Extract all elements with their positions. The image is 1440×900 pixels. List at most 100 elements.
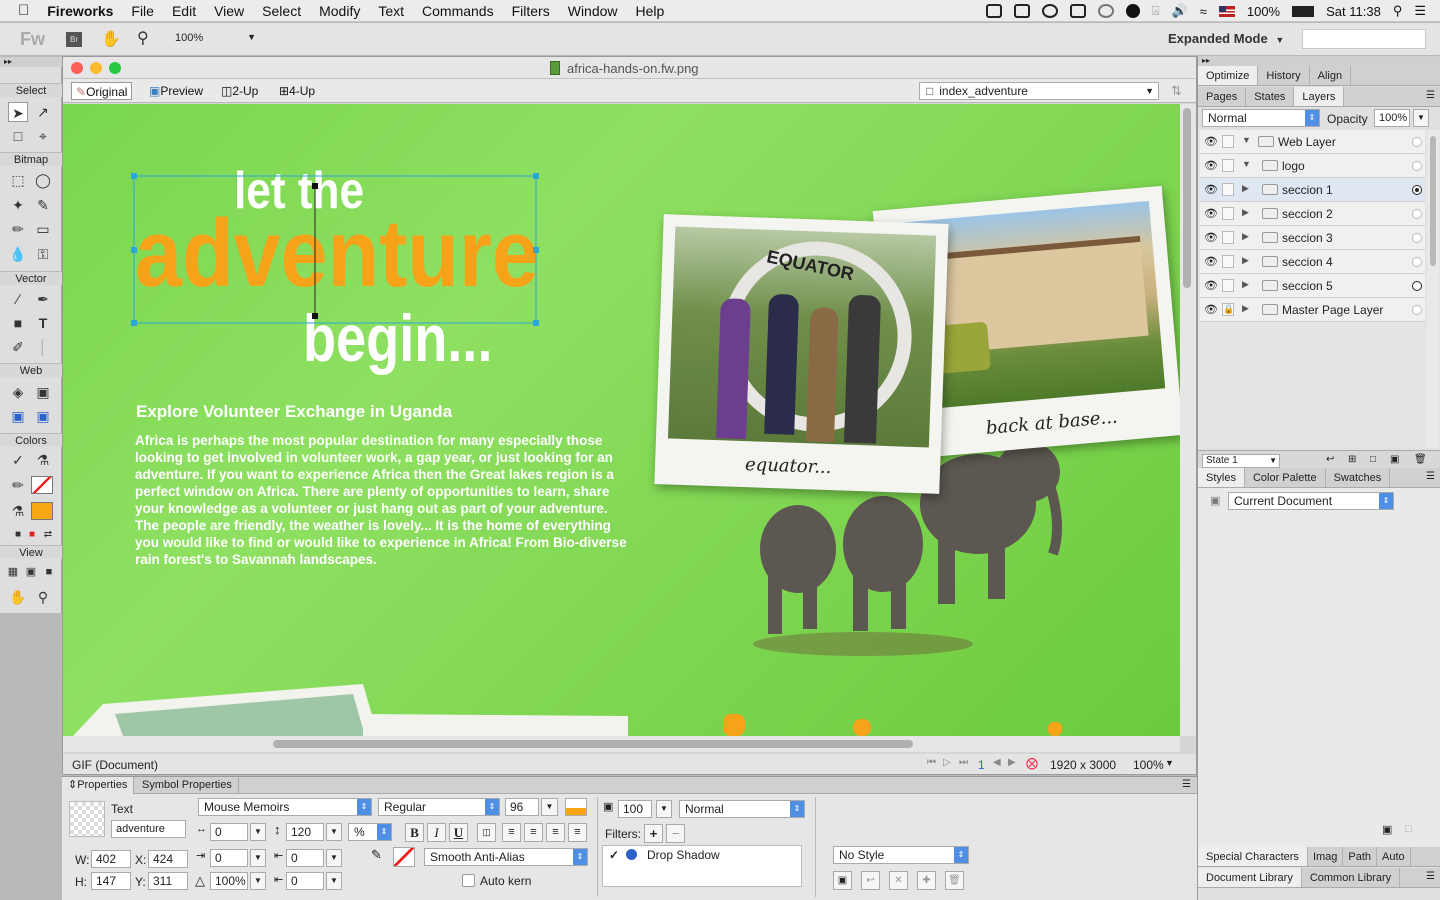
layer-name[interactable]: seccion 2 [1282, 207, 1333, 221]
eye-icon[interactable]: 👁 [1204, 303, 1218, 316]
align-center-button[interactable]: ≡ [524, 823, 543, 842]
layer-select-radio[interactable] [1412, 161, 1422, 171]
layer-select-radio[interactable] [1412, 305, 1422, 315]
tab-history[interactable]: History [1258, 66, 1310, 85]
tab-pages[interactable]: Pages [1198, 87, 1247, 106]
full-screen-icon[interactable]: ■ [39, 562, 59, 582]
layer-row[interactable]: 👁 🔒 ▶ Master Page Layer [1200, 298, 1425, 322]
lock-toggle[interactable] [1222, 207, 1234, 220]
layer-select-radio[interactable] [1412, 137, 1422, 147]
remove-filter-button[interactable]: − [666, 824, 685, 843]
layer-row[interactable]: 👁 ▶ seccion 3 [1200, 226, 1425, 250]
filter-info-icon[interactable] [626, 849, 637, 860]
layer-row[interactable]: 👁 ▼ Web Layer [1200, 130, 1425, 154]
tab-path[interactable]: Path [1343, 847, 1378, 866]
tab-original[interactable]: ✎Original [71, 82, 133, 100]
italic-button[interactable]: I [427, 823, 446, 842]
battery-icon[interactable] [1292, 5, 1315, 17]
hand-tool-icon[interactable]: ✋ [8, 587, 28, 607]
triangle-down-icon[interactable]: ▼ [1242, 135, 1251, 145]
triangle-right-icon[interactable]: ▶ [1242, 303, 1249, 314]
tab-special-characters[interactable]: Special Characters [1198, 847, 1308, 866]
horizontal-scale-dropdown[interactable]: ▼ [250, 872, 266, 890]
marquee-tool-icon[interactable]: ⬚ [8, 170, 28, 190]
share-layer-icon[interactable]: ↩ [1326, 454, 1334, 465]
next-frame-icon[interactable]: ▶ [1008, 757, 1016, 768]
rubber-stamp-tool-icon[interactable]: ⚿ [33, 244, 53, 264]
menu-view[interactable]: View [205, 0, 253, 22]
triangle-right-icon[interactable]: ▶ [1242, 183, 1249, 194]
menu-help[interactable]: Help [627, 0, 674, 22]
document-zoom[interactable]: 100% [1133, 758, 1164, 772]
opacity-dropdown-button[interactable]: ▼ [1413, 109, 1429, 127]
tab-styles[interactable]: Styles [1198, 468, 1245, 487]
y-field[interactable]: 311 [148, 872, 188, 890]
tab-swatches[interactable]: Swatches [1326, 468, 1391, 487]
delete-layer-icon[interactable]: 🗑 [1414, 454, 1427, 465]
status-app-icon[interactable] [985, 4, 1002, 18]
new-sublayer-icon[interactable]: ⊞ [1348, 454, 1356, 465]
opacity-dropdown[interactable]: ▼ [656, 800, 672, 818]
stroke-swatch[interactable] [393, 847, 415, 867]
hotspot-tool-icon[interactable]: ◈ [8, 382, 28, 402]
wifi-icon[interactable]: ≈ [1200, 4, 1207, 19]
page-options-icon[interactable]: ⇅ [1171, 83, 1182, 99]
layer-select-radio[interactable] [1412, 281, 1422, 291]
indent-field[interactable]: 0 [210, 849, 248, 867]
styles-source-select[interactable]: Current Document ⇕ [1228, 492, 1394, 510]
pointer-tool-icon[interactable]: ➤ [8, 102, 28, 122]
space-before-field[interactable]: 0 [286, 849, 324, 867]
swap-colors-icon[interactable]: ⇄ [38, 525, 58, 545]
layer-select-radio[interactable] [1412, 233, 1422, 243]
blur-tool-icon[interactable]: 💧 [8, 244, 28, 264]
triangle-right-icon[interactable]: ▶ [1242, 207, 1249, 218]
align-left-button[interactable]: ≡ [502, 823, 521, 842]
filter-name[interactable]: Drop Shadow [647, 848, 720, 862]
layers-scroll-thumb[interactable] [1430, 136, 1436, 266]
selection-handle-br[interactable] [533, 320, 539, 326]
minimize-window-button[interactable] [90, 62, 102, 74]
show-slices-icon[interactable]: ▣ [33, 406, 53, 426]
add-mask-icon[interactable]: ▣ [1390, 454, 1399, 465]
lock-toggle[interactable] [1222, 231, 1234, 244]
last-frame-icon[interactable]: ⏭ [959, 757, 968, 768]
vertical-scrollbar[interactable] [1180, 104, 1196, 736]
lock-toggle[interactable] [1222, 255, 1234, 268]
indent-dropdown[interactable]: ▼ [250, 849, 266, 867]
selection-handle-bl[interactable] [131, 320, 137, 326]
eye-icon[interactable]: 👁 [1204, 135, 1218, 148]
selection-handle-tr[interactable] [533, 173, 539, 179]
tab-color-palette[interactable]: Color Palette [1245, 468, 1326, 487]
align-right-button[interactable]: ≡ [546, 823, 565, 842]
magic-wand-tool-icon[interactable]: ✦ [8, 195, 28, 215]
stroke-color-swatch[interactable] [31, 476, 53, 494]
line-tool-icon[interactable]: ∕ [8, 289, 28, 309]
vertical-scroll-thumb[interactable] [1183, 108, 1191, 288]
kerning-field[interactable]: 0 [210, 823, 248, 841]
text-orientation-button[interactable]: ◫ [477, 823, 496, 842]
lock-toggle[interactable] [1222, 135, 1234, 148]
panel-menu-icon[interactable]: ☰ [1182, 779, 1191, 790]
styles-view-icon[interactable]: ▣ [1210, 494, 1220, 507]
apple-icon[interactable]:  [0, 0, 38, 22]
state-select[interactable]: State 1 ▼ [1202, 454, 1280, 468]
layer-select-radio[interactable] [1412, 185, 1422, 195]
text-color-swatch[interactable] [565, 798, 587, 816]
knife-tool-icon[interactable]: │ [33, 337, 53, 357]
selection-handle-tl[interactable] [131, 173, 137, 179]
bridge-button[interactable]: Br [66, 32, 82, 47]
freeform-tool-icon[interactable]: ✐ [8, 337, 28, 357]
zoom-tool-icon[interactable]: ⚲ [137, 28, 149, 48]
chevron-down-icon[interactable]: ▼ [1165, 758, 1174, 768]
triangle-right-icon[interactable]: ▶ [1242, 255, 1249, 266]
text-tool-icon[interactable]: T [33, 313, 53, 333]
font-style-select[interactable]: Regular ⇕ [378, 798, 500, 816]
leading-dropdown[interactable]: ▼ [326, 823, 342, 841]
eyedropper-tool-icon[interactable]: ✓ [8, 450, 28, 470]
dock-collapse-handle[interactable]: ▸▸ [1198, 56, 1440, 66]
triangle-down-icon[interactable]: ▼ [1242, 159, 1251, 169]
layer-name[interactable]: seccion 3 [1282, 231, 1333, 245]
redefine-style-button[interactable]: ↩ [861, 871, 880, 890]
menu-select[interactable]: Select [253, 0, 310, 22]
break-style-link-button[interactable]: ✕ [889, 871, 908, 890]
